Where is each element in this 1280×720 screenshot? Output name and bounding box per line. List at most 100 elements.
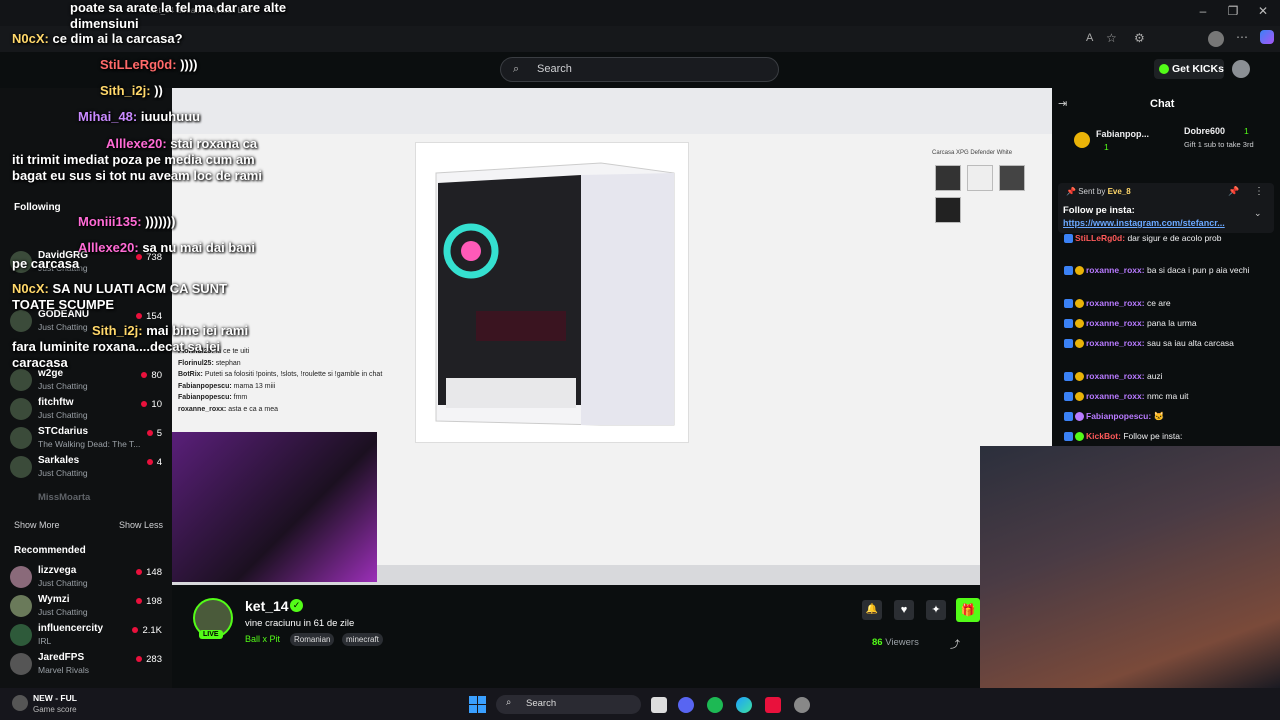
viewer-count: 5 bbox=[146, 428, 162, 439]
user-avatar[interactable] bbox=[1232, 60, 1250, 78]
chat-user[interactable]: roxanne_roxx: bbox=[1086, 318, 1145, 328]
overlay-chat-message: Alllexe20: sa nu mai dai bani pe carcasa bbox=[12, 240, 272, 272]
app-red-icon[interactable] bbox=[765, 697, 781, 713]
start-tile bbox=[469, 705, 477, 713]
chat-text: auzi bbox=[1146, 371, 1163, 381]
chat-user[interactable]: roxanne_roxx: bbox=[1086, 371, 1145, 381]
chat-user[interactable]: KickBot: bbox=[1086, 431, 1121, 441]
chat-user[interactable]: roxanne_roxx: bbox=[1086, 391, 1145, 401]
close-icon[interactable]: ✕ bbox=[1248, 4, 1278, 22]
overlay-chat-message: Sith_i2j: )) bbox=[100, 83, 163, 99]
channel-name[interactable]: ket_14 bbox=[245, 598, 289, 614]
chat-message: roxanne_roxx: auzi bbox=[1064, 371, 1274, 382]
viewer-count-value: 148 bbox=[146, 567, 162, 578]
sidebar-item-wymzi[interactable]: Wymzi Just Chatting 198 bbox=[10, 594, 168, 623]
viewer-count: 198 bbox=[136, 596, 162, 607]
sidebar-item-stcdarius[interactable]: STCdarius The Walking Dead: The T... 5 bbox=[10, 426, 168, 455]
profile-avatar[interactable] bbox=[1208, 31, 1224, 47]
show-more-button[interactable]: Show More bbox=[14, 520, 60, 530]
spotify-icon[interactable] bbox=[707, 697, 723, 713]
sub-badge-icon bbox=[1075, 299, 1084, 309]
show-less-button[interactable]: Show Less bbox=[119, 520, 163, 530]
settings-icon[interactable] bbox=[794, 697, 810, 713]
stream-category[interactable]: Ball x Pit bbox=[245, 634, 280, 644]
tag-romanian[interactable]: Romanian bbox=[290, 633, 335, 646]
chat-user[interactable]: roxanne_roxx: bbox=[1086, 298, 1145, 308]
overlay-chat-text: iuuuhuuu bbox=[140, 109, 201, 124]
overlay-chat-user: Alllexe20: bbox=[106, 136, 167, 151]
avatar bbox=[10, 427, 32, 449]
viewer-count: 86 Viewers bbox=[872, 637, 919, 648]
pinned-title: Follow pe insta: bbox=[1063, 205, 1135, 216]
get-kicks-button[interactable]: Get KICKs bbox=[1154, 59, 1224, 79]
chat-message: StiLLeRg0d: dar sigur e de acolo prob bbox=[1064, 233, 1274, 244]
top-gifter-name[interactable]: Fabianpop... bbox=[1096, 129, 1149, 139]
collapse-chat-icon[interactable]: ⇥ bbox=[1058, 97, 1067, 110]
overlay-chat-message: Sith_i2j: mai bine iei rami fara luminit… bbox=[12, 323, 272, 371]
inner-chat-message: Fabianpopescu: fmm bbox=[178, 392, 436, 404]
sidebar-item-sarkales[interactable]: Sarkales Just Chatting 4 bbox=[10, 455, 168, 484]
sidebar-item-fitchftw[interactable]: fitchftw Just Chatting 10 bbox=[10, 397, 168, 426]
copilot-icon[interactable] bbox=[1260, 30, 1274, 44]
sidebar-item-jaredfps[interactable]: JaredFPS Marvel Rivals 283 bbox=[10, 652, 168, 681]
inner-chat-message: Fabianpopescu: mama 13 miii bbox=[178, 381, 436, 393]
overlay-chat-user: Sith_i2j: bbox=[92, 323, 143, 338]
extensions-icon[interactable]: ⚙ bbox=[1134, 31, 1145, 45]
more-options-icon[interactable]: ⋮ bbox=[1254, 186, 1264, 197]
search-icon: ⌕ bbox=[513, 63, 520, 75]
viewer-count-value: 4 bbox=[156, 457, 162, 468]
search-input[interactable]: ⌕ Search bbox=[500, 57, 779, 82]
pin-icon[interactable]: 📌 bbox=[1228, 186, 1239, 197]
file-explorer-icon[interactable] bbox=[651, 697, 667, 713]
overlay-chat-message: Moniii135: ))))))) bbox=[78, 214, 176, 230]
second-gifter-name[interactable]: Dobre600 bbox=[1184, 126, 1225, 136]
sidebar-item-w2ge[interactable]: w2ge Just Chatting 80 bbox=[10, 368, 168, 397]
viewer-count-value: 86 bbox=[872, 637, 883, 648]
badge-icon bbox=[1064, 339, 1073, 349]
chat-user[interactable]: roxanne_roxx: bbox=[1086, 338, 1145, 348]
share-icon[interactable]: ⤴ bbox=[950, 636, 960, 651]
windows-start-icon[interactable] bbox=[469, 696, 486, 713]
notification-bell-icon[interactable]: 🔔 bbox=[862, 600, 882, 620]
avatar bbox=[10, 398, 32, 420]
more-menu-icon[interactable]: ⋯ bbox=[1236, 30, 1248, 44]
taskbar-search[interactable]: ⌕ Search bbox=[496, 695, 641, 714]
read-aloud-icon[interactable]: A bbox=[1086, 32, 1093, 44]
emote-icon: 🐱 bbox=[1153, 411, 1165, 421]
inner-chat-text: Puteti sa folositi !points, !slots, !rou… bbox=[204, 371, 383, 378]
follow-heart-icon[interactable]: ♥ bbox=[894, 600, 914, 620]
clip-icon[interactable]: ✦ bbox=[926, 600, 946, 620]
favorite-star-icon[interactable]: ☆ bbox=[1106, 31, 1117, 45]
bot-badge-icon bbox=[1075, 432, 1084, 442]
sidebar-item-lizzvega[interactable]: lizzvega Just Chatting 148 bbox=[10, 565, 168, 594]
overlay-chat-text: ce dim ai la carcasa? bbox=[52, 31, 183, 46]
sub-badge-icon bbox=[1075, 339, 1084, 349]
chat-user[interactable]: Fabianpopescu: bbox=[1086, 411, 1151, 421]
widget-title[interactable]: NEW - FUL bbox=[33, 693, 77, 703]
viewer-count: 283 bbox=[136, 654, 162, 665]
kicks-coin-icon bbox=[1159, 64, 1169, 74]
overlay-chat-message: Alllexe20: stai roxana ca iti trimit ime… bbox=[12, 136, 262, 184]
chat-user[interactable]: roxanne_roxx: bbox=[1086, 265, 1145, 275]
widget-icon[interactable] bbox=[12, 695, 28, 711]
sidebar-item-influencercity[interactable]: influencercity IRL 2.1K bbox=[10, 623, 168, 652]
discord-icon[interactable] bbox=[678, 697, 694, 713]
chat-user[interactable]: StiLLeRg0d: bbox=[1075, 233, 1125, 243]
chevron-down-icon[interactable]: ⌄ bbox=[1254, 208, 1262, 219]
sidebar-item-offline[interactable]: MissMoarta bbox=[38, 492, 90, 503]
streamer-facecam bbox=[980, 446, 1280, 688]
gift-sub-icon[interactable]: 🎁 bbox=[956, 598, 980, 622]
gift-cta[interactable]: Gift 1 sub to take 3rd bbox=[1184, 140, 1254, 149]
gifter-crown-icon bbox=[1074, 132, 1090, 148]
edge-icon[interactable] bbox=[736, 697, 752, 713]
pinned-link[interactable]: https://www.instagram.com/stefancr... bbox=[1063, 218, 1225, 228]
pc-case-image bbox=[415, 142, 689, 443]
channel-category: IRL bbox=[38, 636, 52, 646]
restore-icon[interactable]: ❐ bbox=[1218, 4, 1248, 22]
viewers-label: Viewers bbox=[885, 637, 919, 648]
tag-minecraft[interactable]: minecraft bbox=[342, 633, 383, 646]
chat-message: roxanne_roxx: pana la urma bbox=[1064, 318, 1274, 329]
viewer-count: 4 bbox=[146, 457, 162, 468]
minimize-icon[interactable]: – bbox=[1188, 4, 1218, 22]
product-thumbnail bbox=[967, 165, 993, 191]
